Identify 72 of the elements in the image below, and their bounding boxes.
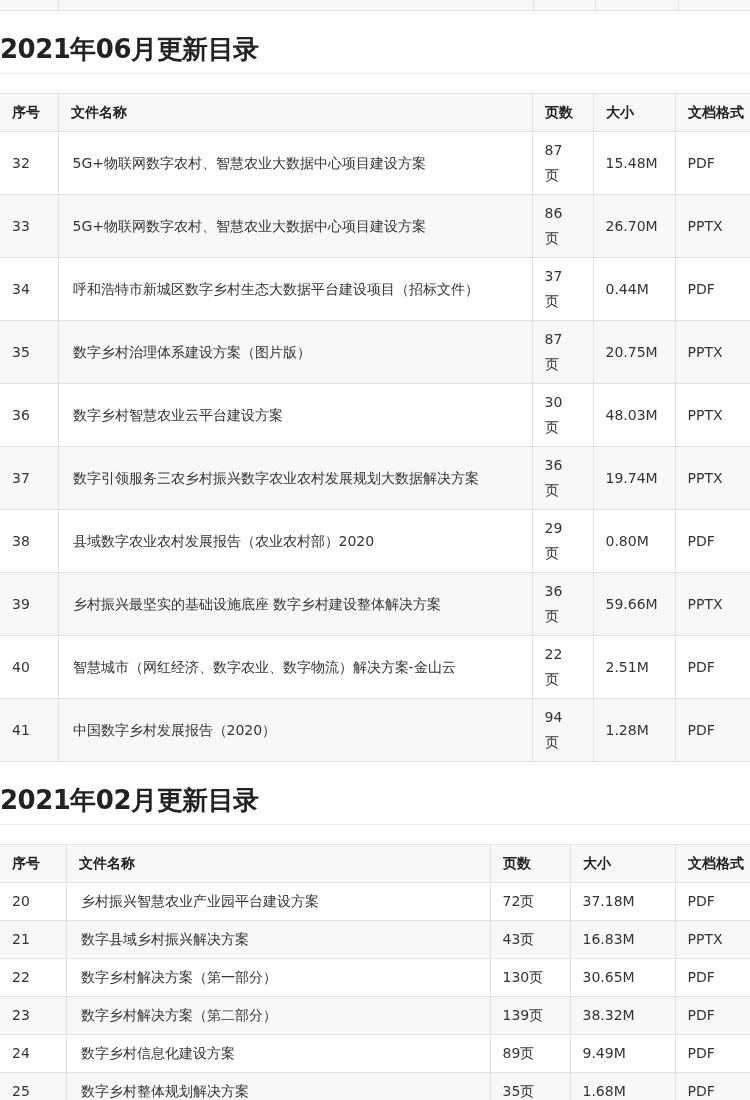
table-cell: 数字乡村智慧农业云平台建设方案 <box>58 383 532 447</box>
column-header: 大小 <box>570 844 675 883</box>
column-header: 文档格式 <box>675 93 750 132</box>
table-cell: 数字县域乡村振兴解决方案 <box>66 920 490 959</box>
column-header: 文件名称 <box>66 844 490 883</box>
table-cell: 智慧城市（网红经济、数字农业、数字物流）解决方案-金山云 <box>58 635 532 699</box>
table-cell: 36页 <box>532 572 593 636</box>
table-cell: 30.65M <box>570 958 675 997</box>
table-cell: 59.66M <box>593 572 675 636</box>
table-cell: 34 <box>0 257 58 321</box>
table-cell: 36页 <box>532 446 593 510</box>
column-header: 序号 <box>0 844 66 883</box>
table-cell: 2.51M <box>593 635 675 699</box>
table-cell: 48.03M <box>593 383 675 447</box>
table-cell: 87页 <box>532 131 593 195</box>
table-cell: 37页 <box>532 257 593 321</box>
column-header: 大小 <box>593 93 675 132</box>
column-header: 序号 <box>0 93 58 132</box>
table-cell: 1.28M <box>593 698 675 762</box>
table-cell: 86页 <box>532 194 593 258</box>
table-cell: 72页 <box>490 882 570 921</box>
table-cell: 数字乡村解决方案（第一部分） <box>66 958 490 997</box>
table-cell: 87页 <box>532 320 593 384</box>
column-header: 文件名称 <box>58 93 532 132</box>
column-header: 文档格式 <box>675 844 750 883</box>
table-cell: 呼和浩特市新城区数字乡村生态大数据平台建设项目（招标文件） <box>58 257 532 321</box>
table-cell: 5G+物联网数字农村、智慧农业大数据中心项目建设方案 <box>58 131 532 195</box>
table-cell: 37 <box>0 446 58 510</box>
table-cell: 中国数字乡村发展报告（2020） <box>58 698 532 762</box>
table-cell: 37.18M <box>570 882 675 921</box>
table-cell: 乡村振兴最坚实的基础设施底座 数字乡村建设整体解决方案 <box>58 572 532 636</box>
table-cell: 29页 <box>532 509 593 573</box>
table-cell: 24 <box>0 1034 66 1073</box>
table-cell: 19.74M <box>593 446 675 510</box>
table-cell: 38 <box>0 509 58 573</box>
table-cell: 数字乡村解决方案（第二部分） <box>66 996 490 1035</box>
table-cell: 0.44M <box>593 257 675 321</box>
table-cell: 9.49M <box>570 1034 675 1073</box>
table-cell: 数字乡村治理体系建设方案（图片版） <box>58 320 532 384</box>
table-cell: 乡村振兴智慧农业产业园平台建设方案 <box>66 882 490 921</box>
table-cell: 40 <box>0 635 58 699</box>
table-cell: 16.83M <box>570 920 675 959</box>
column-header: 页数 <box>532 93 593 132</box>
table-cell: 33 <box>0 194 58 258</box>
table-cell: 20 <box>0 882 66 921</box>
table-cell: 94页 <box>532 698 593 762</box>
table-cell: 26.70M <box>593 194 675 258</box>
section-heading: 2021年02月更新目录 <box>0 762 750 825</box>
table-cell: 38.32M <box>570 996 675 1035</box>
table-cell: 15.48M <box>593 131 675 195</box>
table-cell: 32 <box>0 131 58 195</box>
table-cell: 39 <box>0 572 58 636</box>
table-cell: 22页 <box>532 635 593 699</box>
table-cell: 36 <box>0 383 58 447</box>
table-cell: 35 <box>0 320 58 384</box>
section-heading: 2021年06月更新目录 <box>0 11 750 74</box>
table-cell: 数字乡村信息化建设方案 <box>66 1034 490 1073</box>
table-cell: 139页 <box>490 996 570 1035</box>
table-cell: 23 <box>0 996 66 1035</box>
table-cell: 43页 <box>490 920 570 959</box>
table-cell: 5G+物联网数字农村、智慧农业大数据中心项目建设方案 <box>58 194 532 258</box>
table-cell: 县域数字农业农村发展报告（农业农村部）2020 <box>58 509 532 573</box>
table-cell: 20.75M <box>593 320 675 384</box>
table-cell: 数字引领服务三农乡村振兴数字农业农村发展规划大数据解决方案 <box>58 446 532 510</box>
table-cell: 30页 <box>532 383 593 447</box>
table-cell: 22 <box>0 958 66 997</box>
table-cell: 21 <box>0 920 66 959</box>
table-cell: 0.80M <box>593 509 675 573</box>
table-cell: 89页 <box>490 1034 570 1073</box>
column-header: 页数 <box>490 844 570 883</box>
table-cell: 41 <box>0 698 58 762</box>
table-cell: 130页 <box>490 958 570 997</box>
